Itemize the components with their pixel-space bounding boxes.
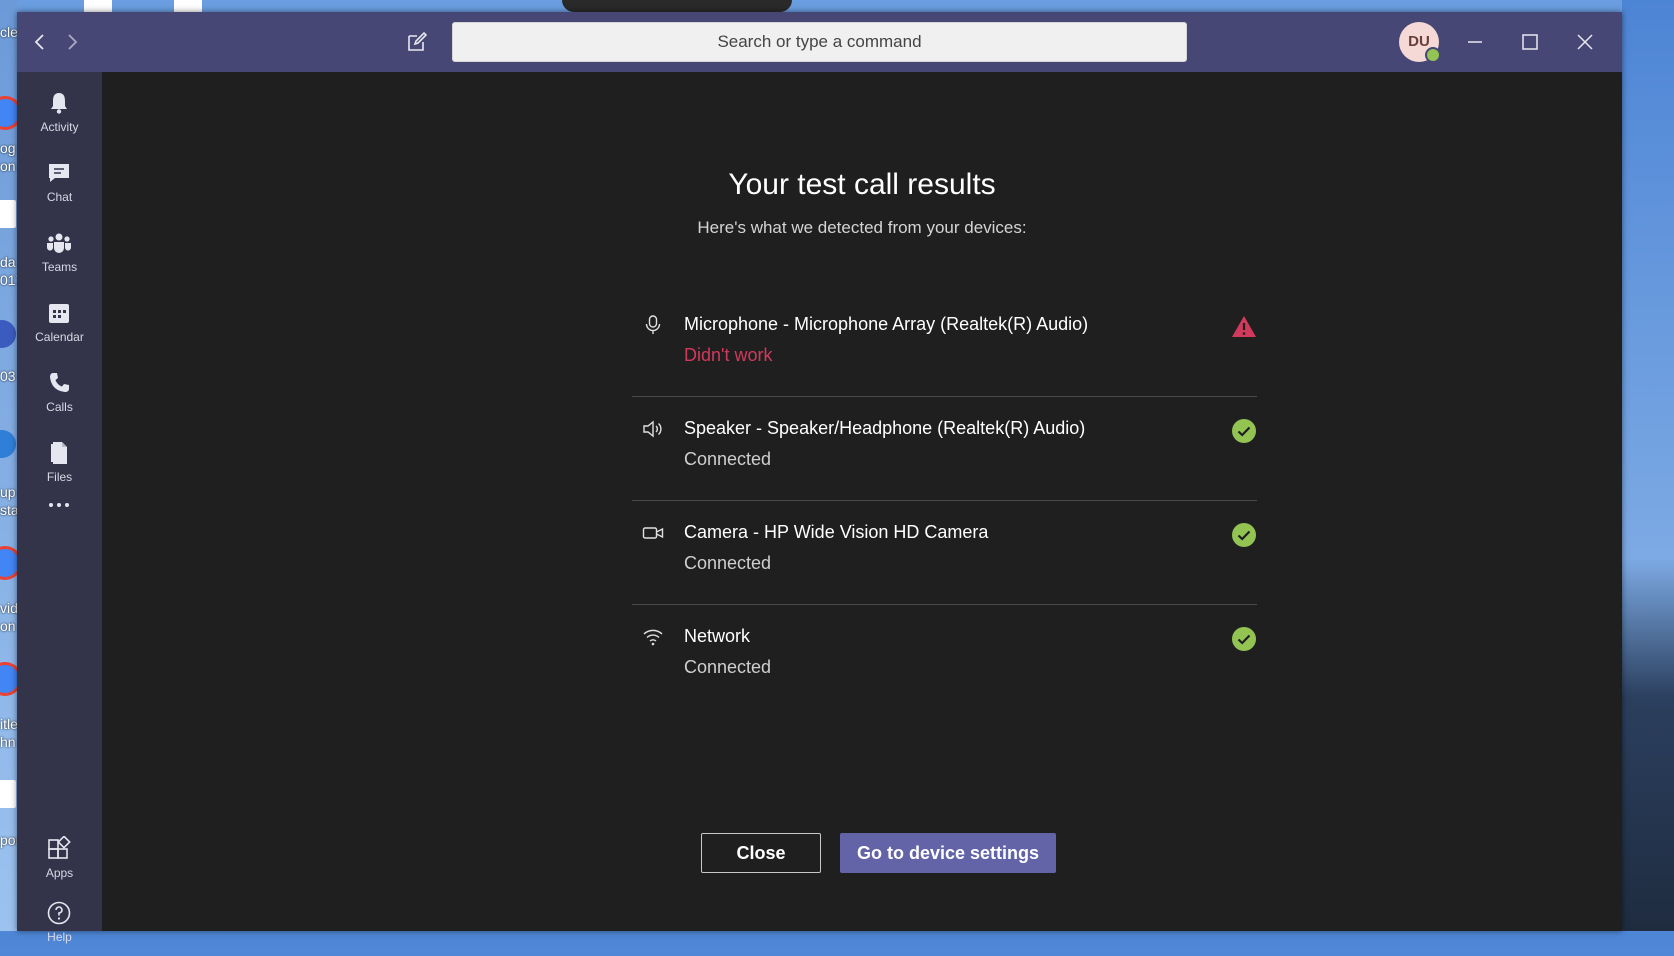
desktop-label-fragment: 017: [0, 272, 17, 288]
title-bar: Search or type a command DU: [17, 12, 1622, 72]
app-rail: Activity Chat Teams Calendar Calls Files…: [17, 72, 102, 944]
chrome-icon: [0, 662, 17, 696]
device-name: Speaker - Speaker/Headphone (Realtek(R) …: [684, 418, 1086, 438]
speaker-icon: [643, 420, 662, 438]
rail-item-label: Help: [47, 930, 72, 944]
avatar-initials: DU: [1408, 33, 1430, 50]
bell-icon: [51, 93, 67, 114]
help-icon: [47, 901, 71, 925]
device-name: Network: [684, 626, 751, 646]
rail-item-activity[interactable]: Activity: [17, 84, 102, 146]
rail-item-label: Files: [46, 470, 73, 484]
desktop-icon-fragment: [84, 0, 112, 12]
desktop-icon-fragment: [174, 0, 202, 12]
rail-item-label: Apps: [45, 866, 74, 880]
desktop-label-fragment: on: [0, 158, 16, 174]
desktop-right-strip: [1622, 0, 1674, 931]
document-icon: [0, 200, 16, 228]
desktop-label-fragment: 03: [0, 368, 16, 384]
wifi-icon: [643, 629, 663, 646]
app-icon: [0, 320, 16, 348]
rail-item-apps[interactable]: Apps: [17, 830, 102, 892]
divider: [632, 500, 1257, 501]
close-icon: [1577, 34, 1593, 50]
new-chat-button[interactable]: [405, 30, 429, 54]
minimize-button[interactable]: [1459, 26, 1491, 58]
maximize-icon: [1522, 34, 1538, 50]
device-status: Connected: [684, 657, 772, 677]
apps-icon: [48, 836, 71, 859]
desktop-label-fragment: por: [0, 832, 17, 848]
help-app-icon: [0, 430, 16, 458]
calendar-icon: [49, 304, 69, 323]
chrome-icon: [0, 96, 17, 130]
desktop-label-fragment: og: [0, 140, 16, 156]
device-name: Microphone - Microphone Array (Realtek(R…: [684, 314, 1089, 334]
desktop-label-fragment: on: [0, 618, 16, 634]
presence-available-icon: [1425, 47, 1441, 63]
rail-item-label: Calendar: [35, 330, 84, 344]
more-icon: [49, 503, 69, 507]
test-call-results-panel: Your test call results Here's what we de…: [102, 72, 1622, 931]
divider: [632, 604, 1257, 605]
page-title: Your test call results: [728, 168, 996, 201]
device-row-camera: Camera - HP Wide Vision HD Camera Connec…: [632, 508, 1257, 618]
device-settings-button[interactable]: Go to device settings: [840, 833, 1056, 873]
rail-item-teams[interactable]: Teams: [17, 224, 102, 286]
desktop-label-fragment: vid: [0, 600, 17, 616]
forward-button[interactable]: [61, 31, 83, 53]
device-status: Connected: [684, 449, 772, 469]
device-status: Didn't work: [684, 345, 773, 365]
rail-more-button[interactable]: [17, 484, 102, 524]
check-circle-icon: [1232, 523, 1256, 547]
check-circle-icon: [1232, 627, 1256, 651]
rail-item-calendar[interactable]: Calendar: [17, 294, 102, 356]
rail-item-label: Activity: [40, 120, 79, 134]
chevron-right-icon: [68, 34, 78, 50]
page-subtitle: Here's what we detected from your device…: [697, 218, 1027, 237]
desktop-label-fragment: da: [0, 254, 16, 270]
device-row-speaker: Speaker - Speaker/Headphone (Realtek(R) …: [632, 404, 1257, 514]
rail-item-label: Chat: [46, 190, 73, 204]
chat-icon: [49, 164, 69, 182]
teams-window: Search or type a command DU Activity Cha…: [17, 12, 1622, 944]
rail-item-label: Teams: [41, 260, 78, 274]
desktop-label-fragment: hn: [0, 734, 16, 750]
close-button[interactable]: Close: [701, 833, 821, 873]
maximize-button[interactable]: [1514, 26, 1546, 58]
check-circle-icon: [1232, 419, 1256, 443]
desktop-label-fragment: cle: [0, 24, 17, 40]
rail-item-calls[interactable]: Calls: [17, 364, 102, 426]
rail-item-help[interactable]: Help: [17, 894, 102, 956]
device-status: Connected: [684, 553, 772, 573]
desktop-top-strip: [0, 0, 1674, 12]
desktop-left-strip: cle og on da 017 03 up sta vid on itle h…: [0, 0, 17, 931]
document-icon: [0, 780, 16, 808]
search-input[interactable]: Search or type a command: [452, 22, 1187, 62]
close-window-button[interactable]: [1569, 26, 1601, 58]
teams-icon: [46, 233, 72, 253]
divider: [632, 396, 1257, 397]
avatar[interactable]: DU: [1399, 22, 1441, 63]
phone-icon: [50, 373, 69, 392]
device-row-network: Network Connected: [632, 612, 1257, 722]
warning-icon: [1232, 316, 1256, 337]
desktop-label-fragment: itle: [0, 716, 17, 732]
rail-item-label: Calls: [46, 400, 73, 414]
camera-icon: [642, 527, 664, 539]
wallpaper-fragment: [562, 0, 792, 12]
device-name: Camera - HP Wide Vision HD Camera: [684, 522, 989, 542]
compose-icon: [408, 31, 428, 51]
device-row-microphone: Microphone - Microphone Array (Realtek(R…: [632, 300, 1257, 410]
microphone-icon: [645, 315, 661, 334]
back-button[interactable]: [29, 31, 51, 53]
desktop-label-fragment: up: [0, 484, 16, 500]
minimize-icon: [1468, 41, 1482, 43]
rail-item-chat[interactable]: Chat: [17, 154, 102, 216]
chevron-left-icon: [34, 34, 44, 50]
file-icon: [51, 442, 67, 464]
desktop-label-fragment: sta: [0, 502, 17, 518]
chrome-icon: [0, 546, 17, 580]
